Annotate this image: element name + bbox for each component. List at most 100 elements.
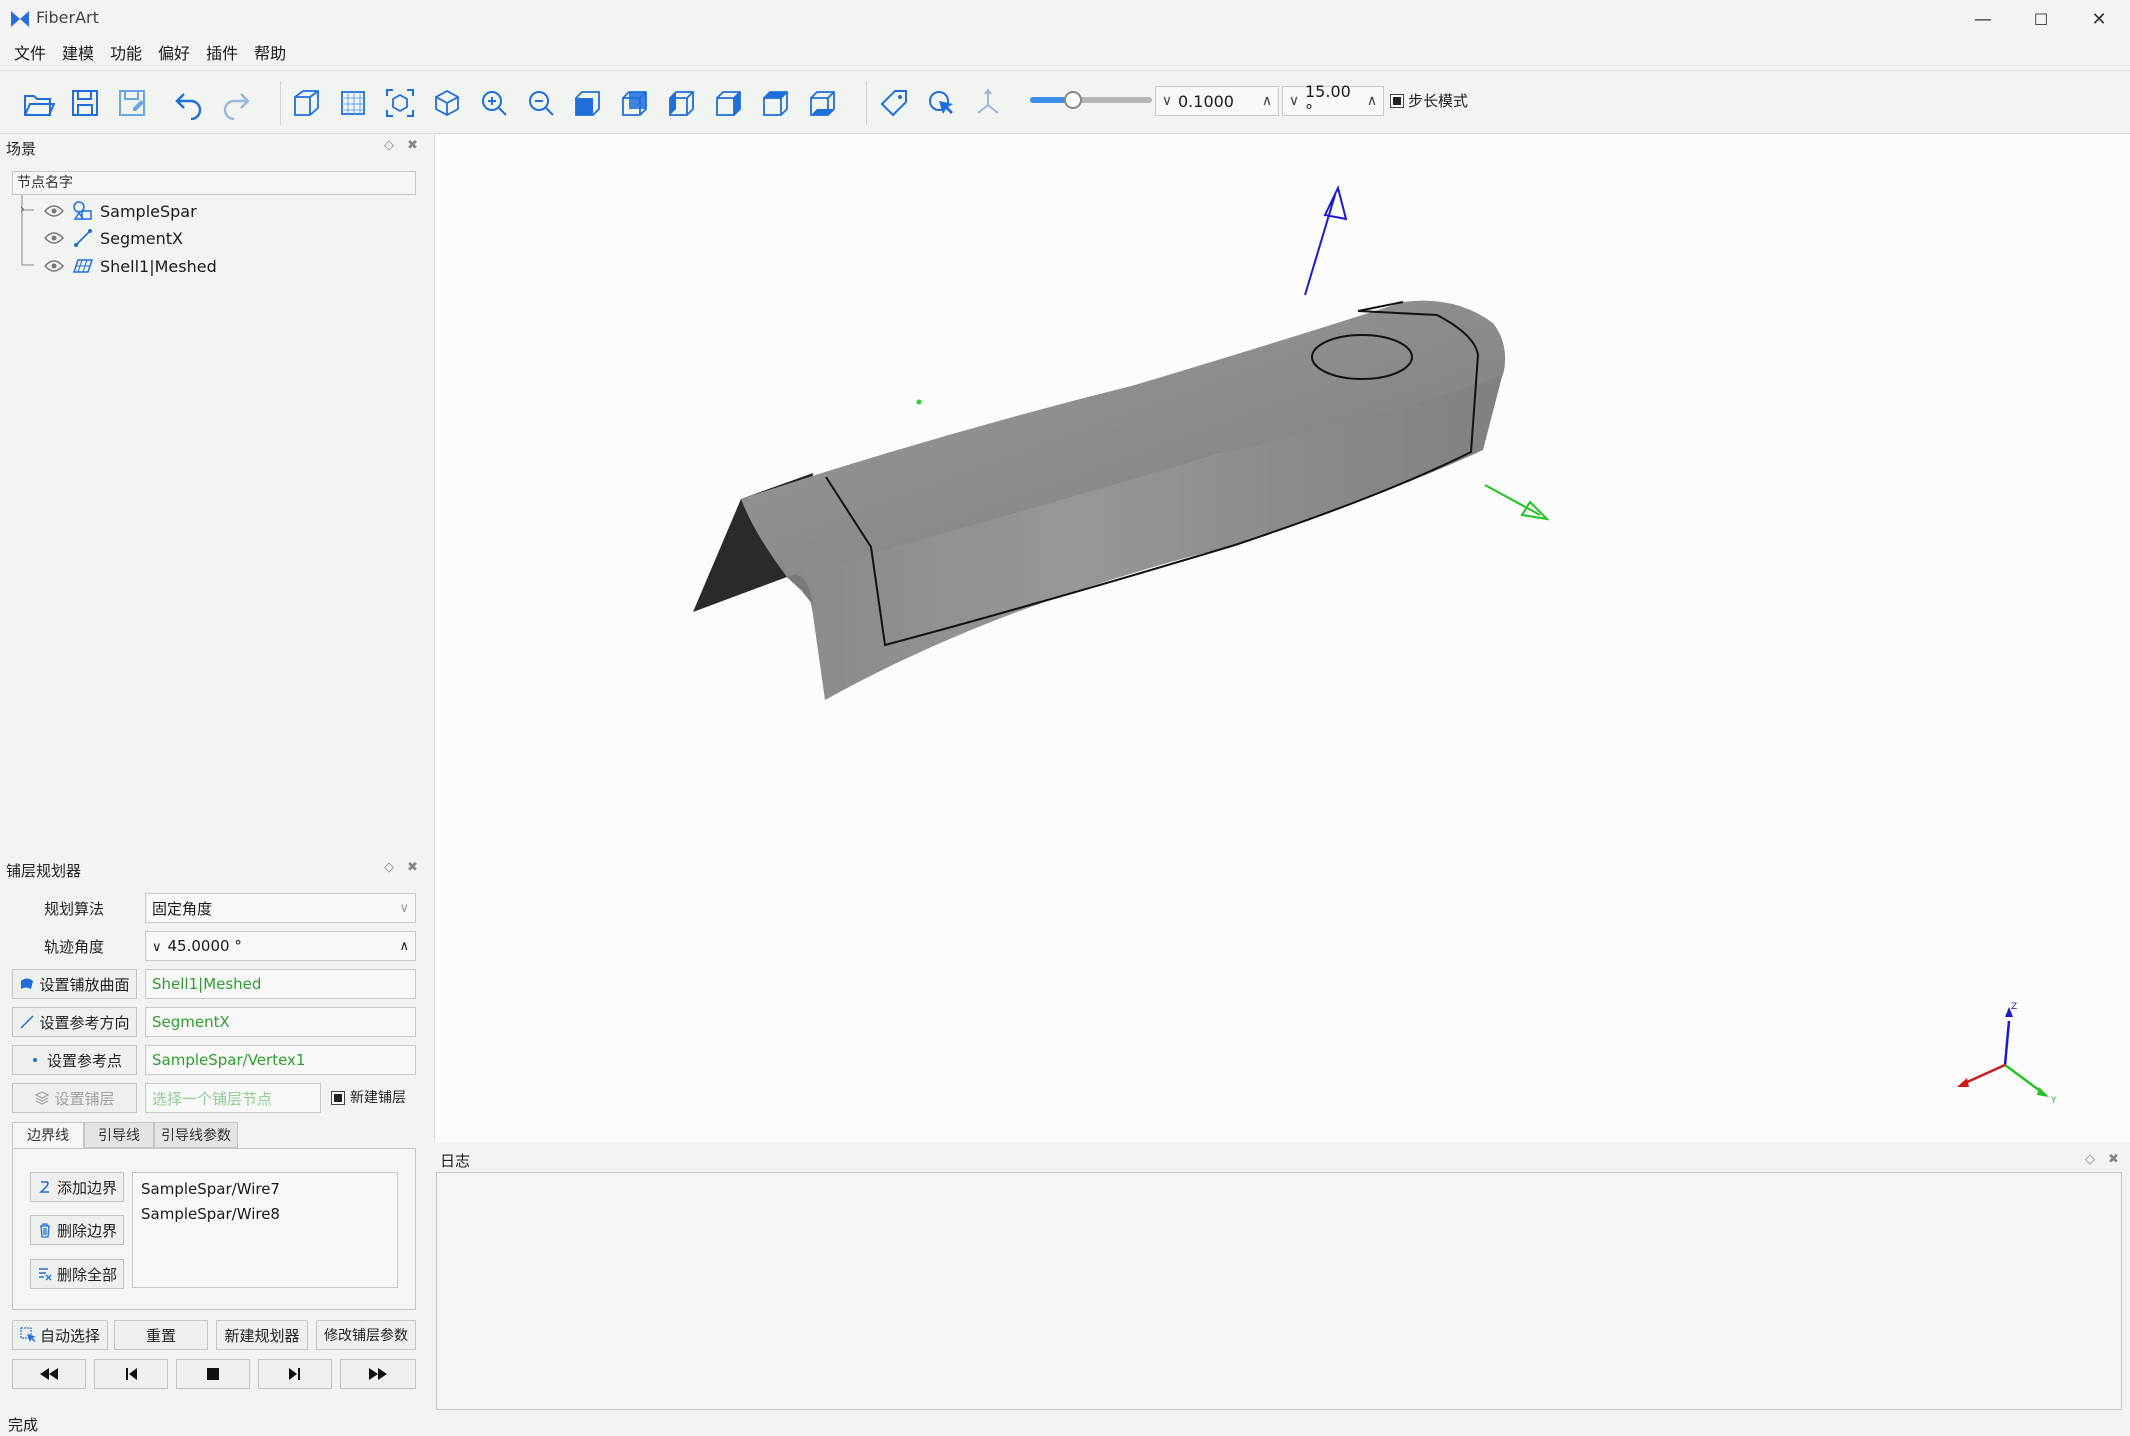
rewind-icon	[40, 1368, 58, 1380]
slider-thumb[interactable]	[1063, 91, 1082, 109]
close-panel-icon[interactable]: ✖	[407, 860, 418, 875]
3d-viewport[interactable]: Z Y	[434, 135, 2130, 1142]
pick-icon[interactable]	[923, 85, 959, 121]
left-view-icon[interactable]	[664, 85, 700, 121]
direction-field[interactable]: SegmentX	[145, 1007, 416, 1037]
float-icon[interactable]: ◇	[2085, 1152, 2095, 1167]
chevron-up-icon[interactable]: ∧	[1361, 93, 1383, 109]
front-view-icon[interactable]	[570, 85, 606, 121]
step-spinbox[interactable]: ∨ 0.1000 ∧	[1155, 86, 1279, 116]
new-layer-checkbox[interactable]	[331, 1091, 345, 1105]
step-value: 0.1000	[1178, 91, 1234, 111]
algorithm-value: 固定角度	[152, 899, 213, 918]
minimize-button[interactable]: —	[1953, 0, 2013, 38]
step-back-button[interactable]	[94, 1359, 168, 1389]
delete-boundary-button[interactable]: 删除边界	[30, 1215, 124, 1245]
float-icon[interactable]: ◇	[384, 860, 394, 875]
boundary-list[interactable]: SampleSpar/Wire7 SampleSpar/Wire8	[132, 1172, 398, 1288]
set-point-button[interactable]: 设置参考点	[12, 1045, 137, 1075]
chevron-down-icon[interactable]: ∨	[1156, 93, 1178, 109]
axes-icon[interactable]	[970, 85, 1006, 121]
float-icon[interactable]: ◇	[384, 138, 394, 153]
chevron-down-icon[interactable]: ∨	[1283, 93, 1305, 109]
surface-field[interactable]: Shell1|Meshed	[145, 969, 416, 999]
set-layer-label: 设置铺层	[54, 1089, 115, 1108]
point-field[interactable]: SampleSpar/Vertex1	[145, 1045, 416, 1075]
stop-button[interactable]	[176, 1359, 250, 1389]
zoom-in-icon[interactable]	[476, 85, 512, 121]
menu-function[interactable]: 功能	[102, 40, 150, 64]
step-forward-button[interactable]	[258, 1359, 332, 1389]
top-view-icon[interactable]	[758, 85, 794, 121]
list-item[interactable]: SampleSpar/Wire7	[141, 1177, 389, 1202]
save-as-icon[interactable]	[114, 85, 150, 121]
fast-forward-button[interactable]	[340, 1359, 416, 1389]
close-panel-icon[interactable]: ✖	[407, 138, 418, 153]
angle-spinbox[interactable]: ∨ 15.00 ° ∧	[1282, 82, 1384, 120]
reset-button[interactable]: 重置	[114, 1320, 208, 1350]
box-view-icon[interactable]	[288, 85, 324, 121]
log-output[interactable]	[436, 1172, 2122, 1410]
back-view-icon[interactable]	[617, 85, 653, 121]
tab-guide[interactable]: 引导线	[84, 1122, 154, 1148]
zoom-out-icon[interactable]	[523, 85, 559, 121]
eye-icon[interactable]	[44, 204, 64, 218]
modify-params-button[interactable]: 修改铺层参数	[316, 1320, 416, 1350]
tree-node-samplespar[interactable]: SampleSpar	[44, 198, 197, 224]
tree-node-label: Shell1|Meshed	[100, 256, 217, 276]
list-item[interactable]: SampleSpar/Wire8	[141, 1202, 389, 1227]
delete-all-button[interactable]: 删除全部	[30, 1259, 124, 1289]
expand-chevron-icon[interactable]: ›	[20, 202, 25, 216]
bottom-view-icon[interactable]	[805, 85, 841, 121]
set-direction-button[interactable]: 设置参考方向	[12, 1007, 137, 1037]
section-view-icon[interactable]	[335, 85, 371, 121]
set-layer-button[interactable]: 设置铺层	[12, 1083, 137, 1113]
iso-view-icon[interactable]	[429, 85, 465, 121]
open-icon[interactable]	[20, 85, 56, 121]
angle-value: 15.00 °	[1305, 82, 1351, 120]
add-boundary-button[interactable]: 添加边界	[30, 1172, 124, 1202]
tab-guide-params[interactable]: 引导线参数	[154, 1122, 238, 1148]
tab-boundary[interactable]: 边界线	[12, 1122, 84, 1148]
step-mode-checkbox[interactable]	[1390, 94, 1404, 108]
rewind-button[interactable]	[12, 1359, 86, 1389]
new-planner-button[interactable]: 新建规划器	[216, 1320, 308, 1350]
menu-help[interactable]: 帮助	[246, 40, 294, 64]
maximize-button[interactable]: ☐	[2011, 0, 2071, 38]
track-angle-value: 45.0000 °	[167, 937, 242, 955]
chevron-down-icon[interactable]: ∨	[152, 940, 162, 955]
algorithm-select[interactable]: 固定角度 ∨	[145, 893, 416, 923]
eye-icon[interactable]	[44, 259, 64, 273]
log-panel-title: 日志	[440, 1152, 471, 1170]
tree-node-shell1-meshed[interactable]: Shell1|Meshed	[44, 253, 217, 279]
menu-modeling[interactable]: 建模	[54, 40, 102, 64]
track-angle-spinbox[interactable]: ∨ 45.0000 ° ∧	[145, 931, 416, 961]
right-view-icon[interactable]	[711, 85, 747, 121]
menu-file[interactable]: 文件	[6, 40, 54, 64]
fast-forward-icon	[369, 1368, 387, 1380]
clear-list-icon	[38, 1268, 52, 1281]
undo-icon[interactable]	[171, 85, 207, 121]
tree-node-segmentx[interactable]: SegmentX	[44, 225, 183, 251]
new-layer-label: 新建铺层	[350, 1090, 406, 1106]
step-slider[interactable]	[1030, 91, 1152, 109]
save-icon[interactable]	[67, 85, 103, 121]
step-mode-label: 步长模式	[1408, 92, 1469, 110]
auto-select-button[interactable]: 自动选择	[12, 1320, 108, 1350]
menu-preferences[interactable]: 偏好	[150, 40, 198, 64]
close-panel-icon[interactable]: ✖	[2108, 1152, 2119, 1167]
set-surface-button[interactable]: 设置铺放曲面	[12, 969, 137, 999]
chevron-up-icon[interactable]: ∧	[1256, 93, 1278, 109]
add-curve-icon	[39, 1181, 49, 1193]
close-button[interactable]: ✕	[2069, 0, 2129, 38]
set-direction-label: 设置参考方向	[39, 1013, 130, 1032]
eye-icon[interactable]	[44, 231, 64, 245]
layer-field[interactable]: 选择一个铺层节点	[145, 1083, 321, 1113]
chevron-up-icon[interactable]: ∧	[399, 939, 409, 954]
menu-plugins[interactable]: 插件	[198, 40, 246, 64]
delete-all-label: 删除全部	[56, 1265, 117, 1284]
fit-view-icon[interactable]	[382, 85, 418, 121]
tree-node-label: SampleSpar	[100, 201, 197, 221]
redo-icon[interactable]	[218, 85, 254, 121]
tag-icon[interactable]	[876, 85, 912, 121]
